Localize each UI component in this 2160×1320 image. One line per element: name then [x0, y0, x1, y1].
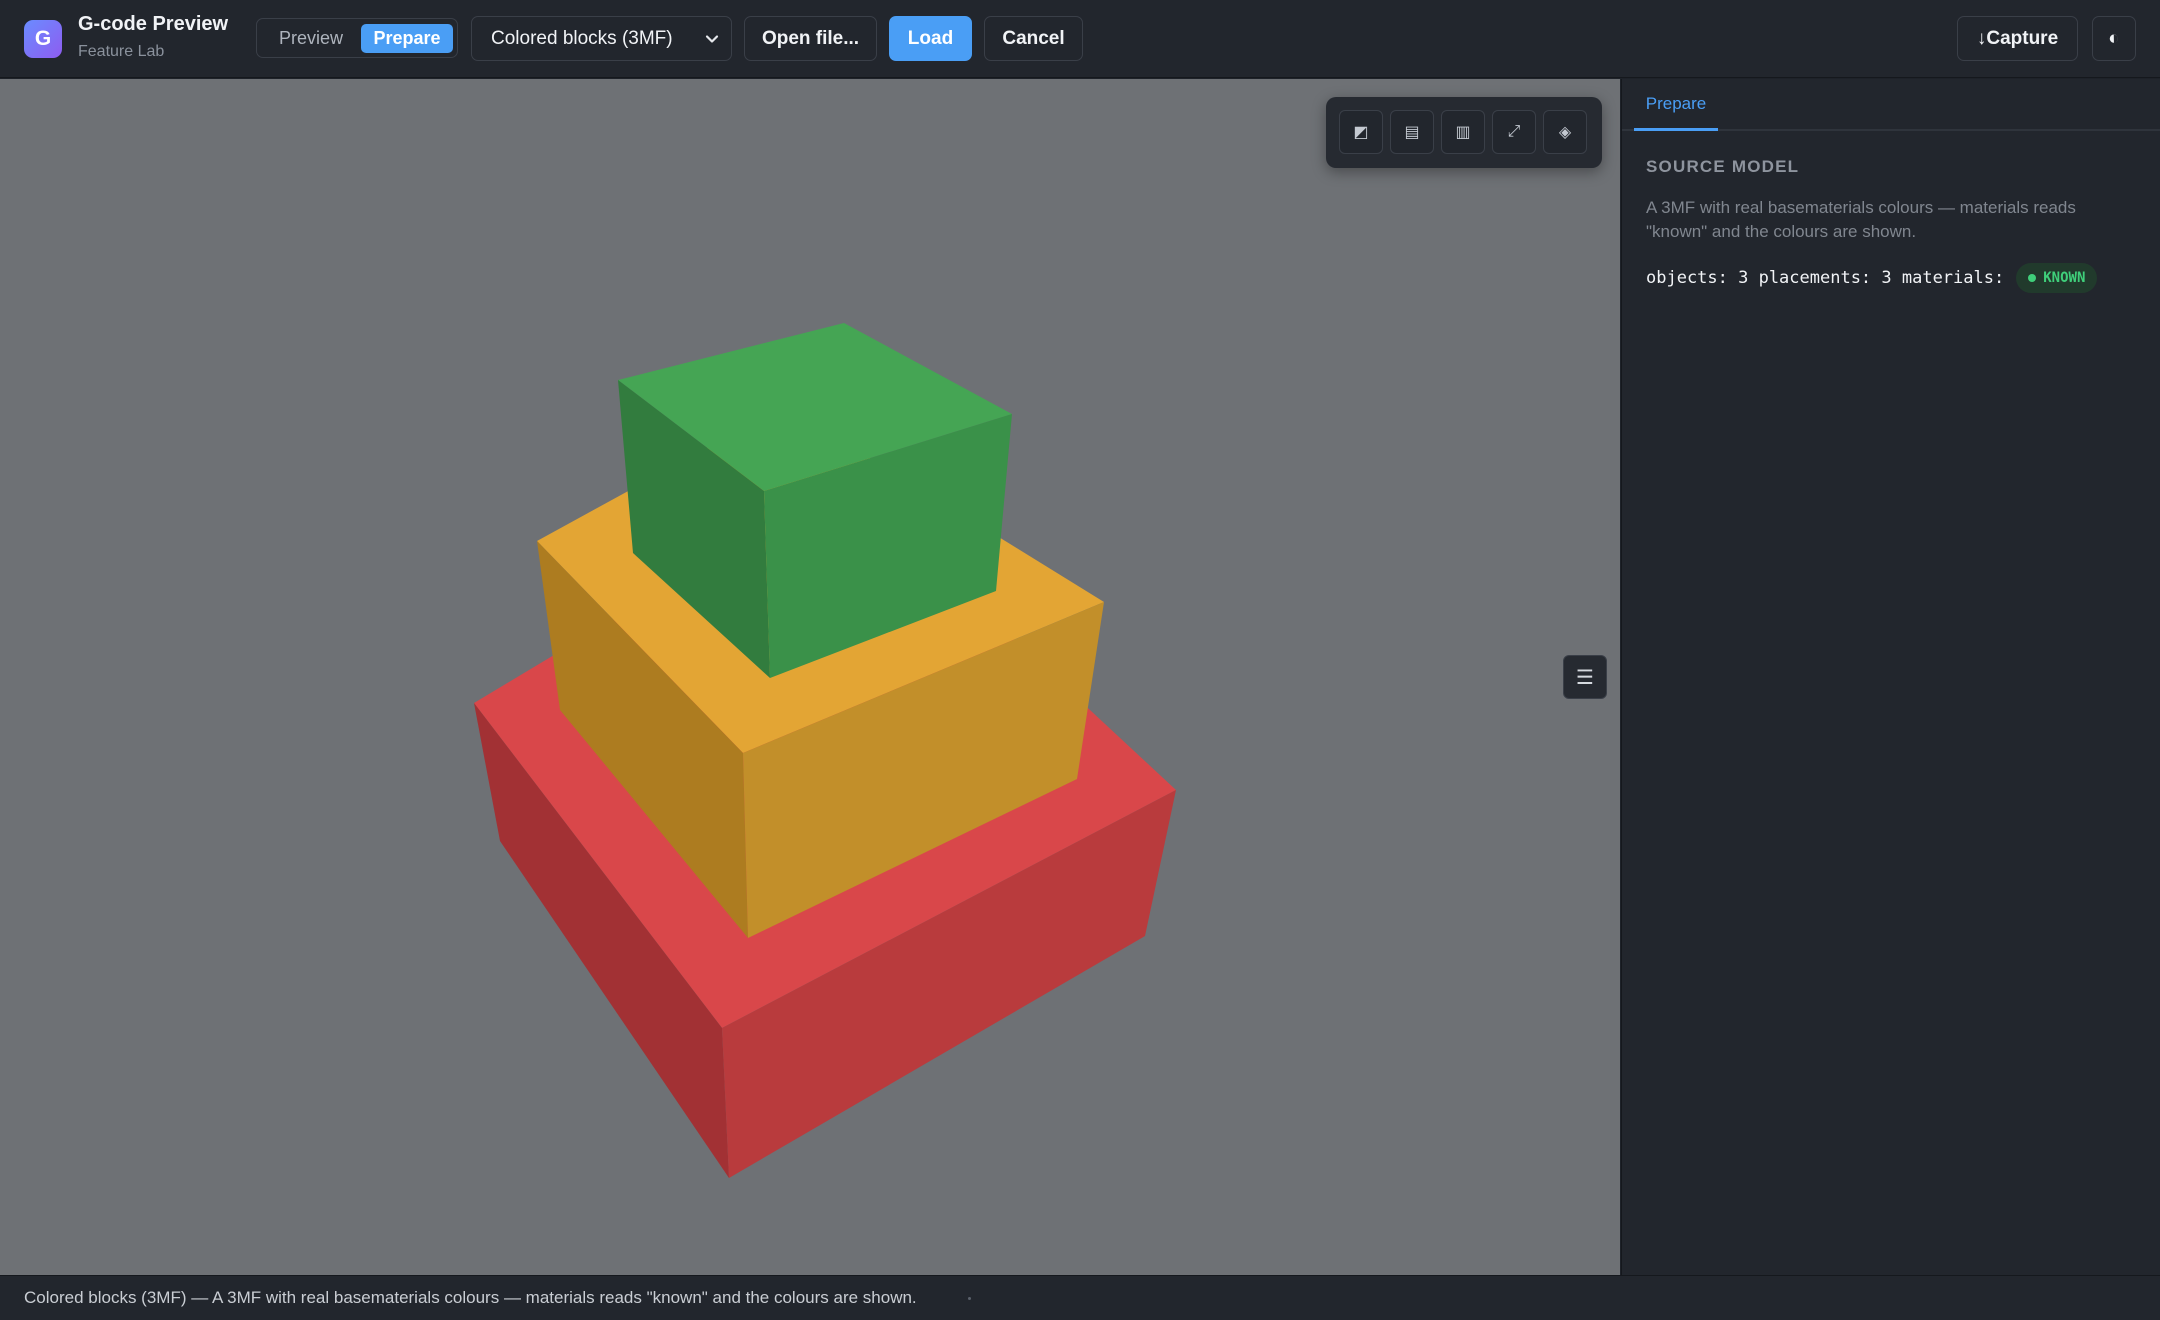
columns-icon: ▥: [1455, 124, 1471, 141]
model-select-value: Colored blocks (3MF): [491, 27, 673, 49]
shading-icon: ◩: [1353, 124, 1369, 141]
status-dot-icon: [2028, 274, 2037, 282]
section-title: SOURCE MODEL: [1646, 157, 1800, 176]
expand-button[interactable]: ⤢: [1492, 110, 1536, 154]
mode-switch: Preview Prepare: [256, 18, 458, 58]
app-subtitle: Feature Lab: [78, 43, 165, 60]
section-description: A 3MF with real basematerials colours — …: [1646, 198, 2076, 241]
theme-toggle-button[interactable]: ◐: [2092, 16, 2136, 61]
expand-icon: ⤢: [1507, 123, 1521, 140]
load-button[interactable]: Load: [889, 16, 972, 61]
chevron-down-icon: [705, 35, 719, 43]
status-indicator: [968, 1297, 971, 1300]
panel-tab-bar: Prepare: [1622, 79, 2160, 131]
cancel-button[interactable]: Cancel: [984, 16, 1083, 61]
tab-preview[interactable]: Preview: [263, 24, 359, 53]
reset-view-button[interactable]: ◈: [1543, 110, 1587, 154]
model-stats: objects: 3 placements: 3 materials: KNOW…: [1646, 263, 2098, 293]
3d-viewport[interactable]: ◩ ▤ ▥ ⤢ ◈ ☰: [0, 79, 1620, 1275]
columns-button[interactable]: ▥: [1441, 110, 1485, 154]
tab-prepare[interactable]: Prepare: [361, 24, 453, 53]
model-render: [474, 323, 1176, 1178]
model-stats-text: objects: 3 placements: 3 materials:: [1646, 268, 2005, 288]
panel-toggle-button[interactable]: ☰: [1563, 655, 1607, 699]
contrast-icon: ◐: [2108, 27, 2120, 49]
layers-button[interactable]: ▤: [1390, 110, 1434, 154]
layers-icon: ▤: [1404, 124, 1420, 141]
top-bar: G G-code Preview Feature Lab Preview Pre…: [0, 0, 2160, 78]
open-file-button[interactable]: Open file...: [744, 16, 877, 61]
reset-view-icon: ◈: [1558, 124, 1572, 141]
status-badge: KNOWN: [2016, 263, 2098, 293]
status-badge-label: KNOWN: [2043, 270, 2086, 286]
app-logo: G: [24, 20, 62, 58]
tab-panel-prepare[interactable]: Prepare: [1634, 79, 1718, 131]
app-title: G-code Preview: [78, 13, 229, 35]
shading-button[interactable]: ◩: [1339, 110, 1383, 154]
model-select[interactable]: Colored blocks (3MF): [471, 16, 732, 61]
side-panel: Prepare SOURCE MODEL A 3MF with real bas…: [1621, 79, 2160, 1275]
status-text: Colored blocks (3MF) — A 3MF with real b…: [24, 1288, 917, 1307]
status-bar: Colored blocks (3MF) — A 3MF with real b…: [0, 1275, 2160, 1320]
menu-icon: ☰: [1576, 666, 1594, 689]
capture-button[interactable]: ↓Capture: [1957, 16, 2078, 61]
view-toolbar: ◩ ▤ ▥ ⤢ ◈: [1326, 97, 1602, 168]
